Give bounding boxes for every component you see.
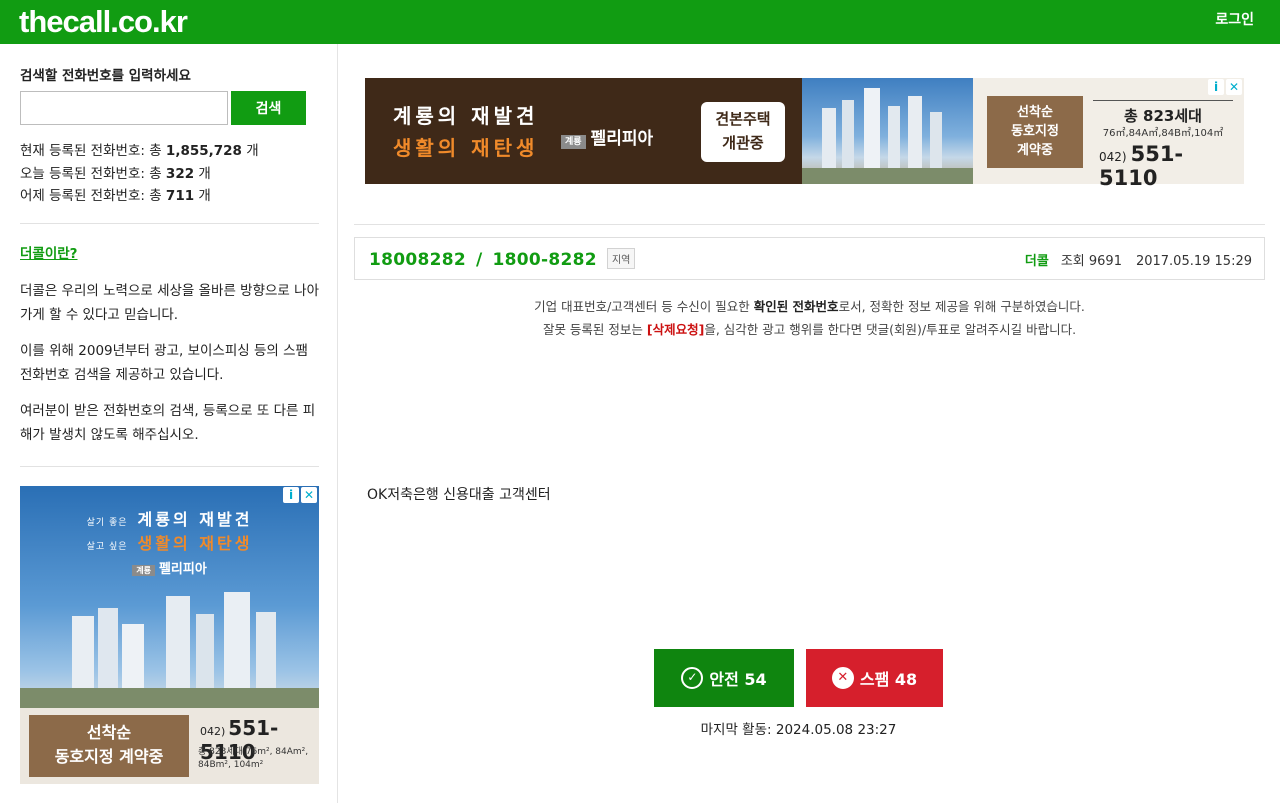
stat-total: 현재 등록된 전화번호: 총 1,855,728 개 xyxy=(20,143,259,159)
ad-close-icon[interactable]: ✕ xyxy=(1226,79,1242,95)
ad-brand: 계룡 펠리피아 xyxy=(561,124,653,149)
phone-search-input[interactable] xyxy=(20,91,228,125)
sidebar: 검색할 전화번호를 입력하세요 검색 현재 등록된 전화번호: 총 1,855,… xyxy=(0,44,338,803)
ad-info-icon[interactable]: i xyxy=(283,487,299,503)
verified-notice: 기업 대표번호/고객센터 등 수신이 필요한 확인된 전화번호로서, 정확한 정… xyxy=(534,299,1085,337)
main-content: 계룡의 재발견 생활의 재탄생 계룡 펠리피아 견본주택 개관중 선착순 동호지… xyxy=(339,44,1280,803)
ad-headline-1: 살기 좋은 계룡의 재발견 xyxy=(86,510,253,529)
top-ad-banner[interactable]: 계룡의 재발견 생활의 재탄생 계룡 펠리피아 견본주택 개관중 선착순 동호지… xyxy=(365,78,1244,190)
ad-offer-box: 선착순 동호지정 계약중 xyxy=(987,96,1083,168)
divider xyxy=(20,223,319,224)
login-link[interactable]: 로그인 xyxy=(1215,11,1254,29)
ad-info-icon[interactable]: i xyxy=(1208,79,1224,95)
apartment-photo xyxy=(802,78,973,184)
delete-request-link[interactable]: [삭제요청] xyxy=(647,322,704,337)
vote-safe-button[interactable]: ✓ 안전 54 xyxy=(654,649,794,707)
search-title: 검색할 전화번호를 입력하세요 xyxy=(20,68,191,84)
ad-headline-2: 살고 싶은 생활의 재탄생 xyxy=(86,534,253,553)
ad-model-house: 견본주택 개관중 xyxy=(701,102,785,162)
site-logo[interactable]: thecall.co.kr xyxy=(19,3,188,41)
registered-date: 2017.05.19 15:29 xyxy=(1135,254,1252,269)
stat-today: 오늘 등록된 전화번호: 총 322 개 xyxy=(20,165,211,182)
vote-safe-label: 안전 54 xyxy=(709,670,767,689)
ad-unit-sizes: 76㎡,84A㎡,84B㎡,104㎡ xyxy=(1102,128,1224,139)
ad-units: 총 823세대 76m², 84Am², 84Bm², 104m² xyxy=(198,747,309,770)
divider xyxy=(354,224,1265,225)
phone-number-raw: 18008282 xyxy=(369,250,467,270)
about-paragraph: 더콜은 우리의 노력으로 세상을 올바른 방향으로 나아가게 할 수 있다고 믿… xyxy=(20,283,319,323)
vote-spam-label: 스팸 48 xyxy=(859,670,918,689)
number-description: OK저축은행 신용대출 고객센터 xyxy=(367,487,551,503)
about-paragraph: 이를 위해 2009년부터 광고, 보이스피싱 등의 스팸 전화번호 검색을 제… xyxy=(20,343,308,383)
ad-headline-1: 계룡의 재발견 xyxy=(393,104,539,128)
ad-headline-2: 생활의 재탄생 xyxy=(393,136,539,160)
ad-phone: 042) 551-5110 xyxy=(1099,142,1184,190)
region-tag[interactable]: 지역 xyxy=(606,248,636,269)
sidebar-ad-banner[interactable]: i ✕ 살기 좋은 계룡의 재발견 살고 싶은 생활의 재탄생 계룡 펠리피아 선착순… xyxy=(20,486,319,784)
search-button[interactable]: 검색 xyxy=(231,91,306,125)
top-navbar: thecall.co.kr 로그인 xyxy=(0,0,1280,44)
apartment-illustration xyxy=(20,592,319,708)
last-activity: 마지막 활동: 2024.05.08 23:27 xyxy=(700,722,897,738)
registration-stats: 현재 등록된 전화번호: 총 1,855,728 개 오늘 등록된 전화번호: … xyxy=(20,140,259,208)
about-link[interactable]: 더콜이란? xyxy=(20,245,78,263)
check-circle-icon: ✓ xyxy=(681,667,704,689)
stat-yesterday: 어제 등록된 전화번호: 총 711 개 xyxy=(20,188,211,204)
about-paragraph: 여러분이 받은 전화번호의 검색, 등록으로 또 다른 피해가 발생치 않도록 … xyxy=(20,403,316,443)
ad-offer-box: 선착순 동호지정 계약중 xyxy=(29,715,189,777)
source-label[interactable]: 더콜 xyxy=(1025,254,1049,269)
view-count: 조회 9691 xyxy=(1060,254,1122,269)
ad-total-units: 총 823세대 xyxy=(1093,100,1233,126)
divider xyxy=(20,466,319,467)
x-circle-icon: ✕ xyxy=(831,667,854,689)
vote-spam-button[interactable]: ✕ 스팸 48 xyxy=(806,649,943,707)
ad-brand: 계룡 펠리피아 xyxy=(20,558,319,577)
phone-number: 18008282/1800-8282 지역 xyxy=(369,248,636,270)
number-header: 18008282/1800-8282 지역 더콜 조회 9691 2017.05.19… xyxy=(354,237,1265,280)
phone-number-formatted: 1800-8282 xyxy=(492,250,597,270)
number-meta: 더콜 조회 9691 2017.05.19 15:29 xyxy=(1025,250,1252,269)
ad-close-icon[interactable]: ✕ xyxy=(301,487,317,503)
